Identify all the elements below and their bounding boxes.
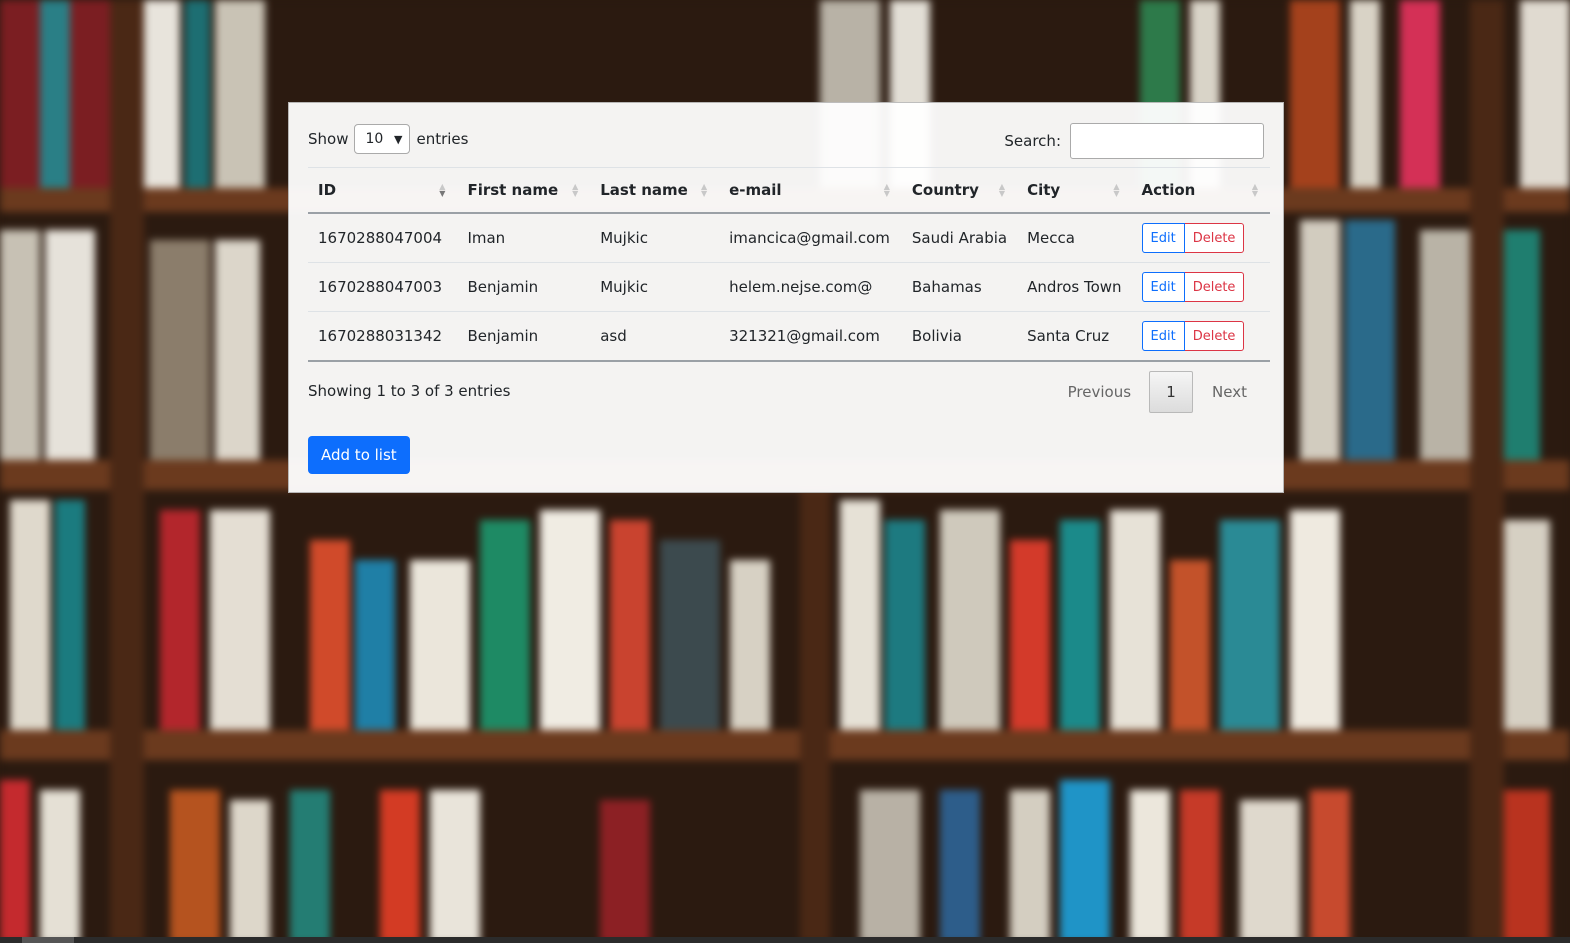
sort-icon: ▲ ▼ [439,182,446,198]
pagination: Previous 1 Next [1050,371,1247,413]
table-info: Showing 1 to 3 of 3 entries [308,382,511,400]
length-menu-prefix: Show [308,130,349,148]
delete-button[interactable]: Delete [1184,223,1245,253]
edit-button[interactable]: Edit [1141,321,1185,351]
cell-email: 321321@gmail.com [719,311,902,362]
search-input[interactable] [1070,123,1264,159]
edit-button[interactable]: Edit [1141,272,1185,302]
search-label: Search: [1004,132,1061,150]
table-header-row: ID ▲ ▼ First name ▲ ▼ Last name ▲ ▼ e-mail ▲ ▼ C… [308,167,1270,214]
cell-id: 1670288047003 [308,262,458,312]
length-menu: Show 10 ▼ entries [308,123,468,155]
next-page-button[interactable]: Next [1193,383,1247,401]
table-row: 1670288047003 Benjamin Mujkic helem.nejs… [308,262,1270,312]
datatable-card: Show 10 ▼ entries Search: ID ▲ ▼ First nam… [288,102,1284,493]
sort-icon: ▲ ▼ [700,182,708,198]
table-row: 1670288031342 Benjamin asd 321321@gmail.… [308,311,1270,362]
entries-table: ID ▲ ▼ First name ▲ ▼ Last name ▲ ▼ e-mail ▲ ▼ C… [308,167,1270,362]
cell-first-name: Benjamin [457,262,591,312]
cell-last-name: asd [590,311,720,362]
cell-id: 1670288047004 [308,213,458,263]
column-header-first-name[interactable]: First name ▲ ▼ [457,167,591,214]
scrollbar-thumb[interactable] [22,937,74,943]
cell-email: helem.nejse.com@ [719,262,902,312]
cell-last-name: Mujkic [590,262,720,312]
delete-button[interactable]: Delete [1184,272,1245,302]
chevron-down-icon: ▼ [394,132,403,146]
cell-country: Saudi Arabia [901,213,1018,263]
sort-icon: ▲ ▼ [572,182,579,198]
table-row: 1670288047004 Iman Mujkic imancica@gmail… [308,213,1270,263]
entries-per-page-select[interactable]: 10 ▼ [354,124,411,154]
cell-action: Edit Delete [1131,213,1270,263]
sort-icon: ▲ ▼ [1113,182,1120,198]
column-header-city[interactable]: City ▲ ▼ [1017,167,1132,214]
search-filter: Search: [1004,123,1264,159]
cell-country: Bahamas [901,262,1018,312]
cell-id: 1670288031342 [308,311,458,362]
column-header-country[interactable]: Country ▲ ▼ [901,167,1018,214]
cell-city: Mecca [1017,213,1132,263]
column-header-email[interactable]: e-mail ▲ ▼ [719,167,902,214]
page-button-current[interactable]: 1 [1149,371,1194,413]
column-header-last-name[interactable]: Last name ▲ ▼ [590,167,720,214]
delete-button[interactable]: Delete [1184,321,1245,351]
cell-action: Edit Delete [1131,311,1270,362]
cell-country: Bolivia [901,311,1018,362]
cell-first-name: Iman [457,213,591,263]
horizontal-scrollbar[interactable] [0,937,1570,943]
column-header-id[interactable]: ID ▲ ▼ [308,167,458,214]
column-header-action[interactable]: Action ▲ ▼ [1131,167,1270,214]
length-menu-suffix: entries [416,130,469,148]
sort-icon: ▲ ▼ [998,182,1006,198]
cell-last-name: Mujkic [590,213,720,263]
previous-page-button[interactable]: Previous [1050,383,1149,401]
cell-city: Andros Town [1017,262,1132,312]
cell-city: Santa Cruz [1017,311,1132,362]
cell-action: Edit Delete [1131,262,1270,312]
cell-email: imancica@gmail.com [719,213,902,263]
sort-icon: ▲ ▼ [883,182,890,198]
sort-icon: ▲ ▼ [1251,182,1258,198]
edit-button[interactable]: Edit [1141,223,1185,253]
add-to-list-button[interactable]: Add to list [308,436,410,474]
cell-first-name: Benjamin [457,311,591,362]
entries-per-page-value: 10 [365,131,384,147]
